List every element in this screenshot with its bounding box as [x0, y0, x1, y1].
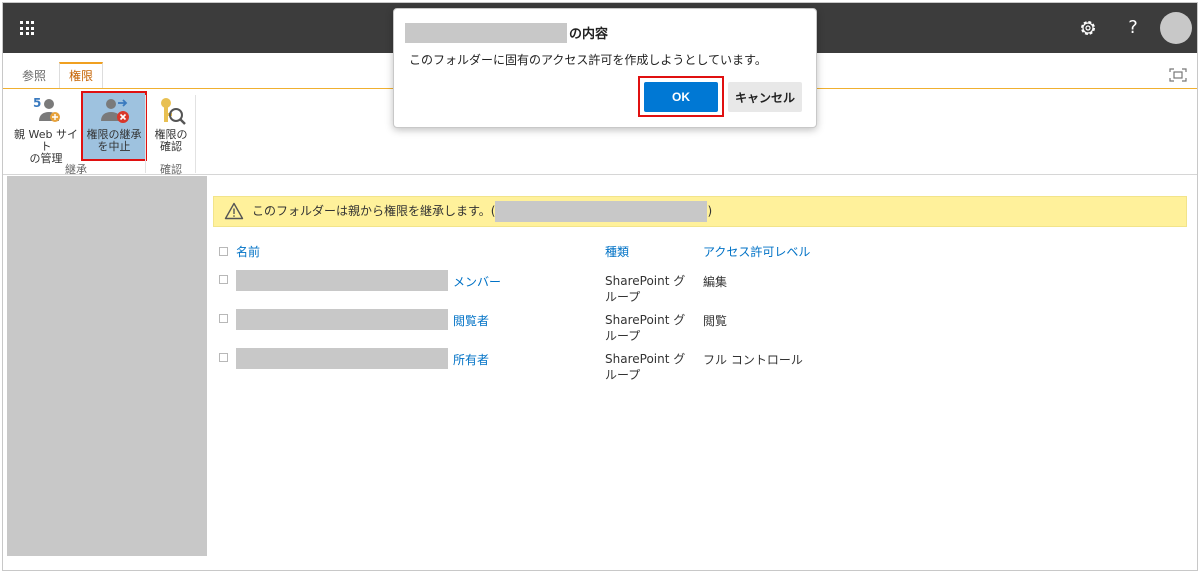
- manage-parent-icon: 5: [29, 95, 63, 127]
- column-header-type[interactable]: 種類: [605, 243, 629, 260]
- group-type: SharePoint グ ループ: [605, 351, 695, 383]
- column-header-level[interactable]: アクセス許可レベル: [703, 243, 810, 260]
- group-type-line: ループ: [605, 329, 641, 343]
- group-type-line: SharePoint グ: [605, 352, 686, 366]
- group-separator: [145, 95, 146, 173]
- dialog-title-text: の内容: [569, 27, 609, 42]
- cancel-button[interactable]: キャンセル: [728, 82, 802, 112]
- stop-inheriting-label-2: を中止: [97, 140, 131, 153]
- avatar[interactable]: [1160, 12, 1192, 44]
- group-name-redacted: [236, 348, 448, 369]
- tab-browse[interactable]: 参照: [13, 64, 55, 88]
- svg-text:5: 5: [33, 96, 41, 110]
- group-label-inherit: 継承: [65, 163, 87, 176]
- app-launcher-icon[interactable]: [3, 3, 51, 53]
- row-checkbox[interactable]: [219, 314, 228, 323]
- gear-icon[interactable]: [1076, 16, 1100, 40]
- select-all-checkbox[interactable]: [219, 247, 228, 256]
- permission-level: 編集: [703, 275, 728, 289]
- stop-inheriting-icon: [97, 95, 131, 127]
- help-icon[interactable]: ?: [1121, 16, 1145, 40]
- check-permissions-button[interactable]: 権限の 確認: [147, 93, 195, 159]
- group-link[interactable]: メンバー: [453, 273, 501, 290]
- status-text-suffix: ): [707, 204, 713, 218]
- manage-parent-label-1: 親 Web サイト: [14, 128, 78, 153]
- group-link[interactable]: 所有者: [453, 351, 489, 368]
- left-navigation: [7, 176, 207, 556]
- group-label-check: 確認: [160, 163, 182, 176]
- group-type-line: SharePoint グ: [605, 274, 686, 288]
- warning-icon: [224, 202, 244, 220]
- group-type: SharePoint グ ループ: [605, 273, 695, 305]
- app-window: ? 参照 権限 5 親 Web サイト の管理 権限の継承 を中止 権限の 確認…: [2, 2, 1198, 571]
- group-type-line: SharePoint グ: [605, 313, 686, 327]
- tab-permissions[interactable]: 権限: [59, 62, 104, 88]
- group-type-line: ループ: [605, 290, 641, 304]
- focus-mode-icon[interactable]: [1169, 67, 1187, 82]
- permission-level: 閲覧: [703, 314, 728, 328]
- site-name-redacted: [405, 23, 567, 43]
- stop-inheriting-button[interactable]: 権限の継承 を中止: [81, 91, 147, 161]
- manage-parent-button[interactable]: 5 親 Web サイト の管理: [9, 93, 83, 165]
- confirm-dialog: の内容 このフォルダーに固有のアクセス許可を作成しようとしています。 OK キャ…: [393, 8, 817, 128]
- group-type: SharePoint グ ループ: [605, 312, 695, 344]
- inheritance-status-bar: このフォルダーは親から権限を継承します。(): [213, 196, 1187, 227]
- column-header-name[interactable]: 名前: [236, 243, 260, 260]
- group-separator: [195, 95, 196, 173]
- row-checkbox[interactable]: [219, 275, 228, 284]
- group-link[interactable]: 閲覧者: [453, 312, 489, 329]
- group-name-redacted: [236, 270, 448, 291]
- group-name-redacted: [236, 309, 448, 330]
- row-checkbox[interactable]: [219, 353, 228, 362]
- dialog-title: の内容: [405, 23, 608, 43]
- permission-level: フル コントロール: [703, 353, 803, 367]
- dialog-message: このフォルダーに固有のアクセス許可を作成しようとしています。: [409, 53, 767, 67]
- status-text: このフォルダーは親から権限を継承します。(: [252, 204, 496, 218]
- table-row: メンバー SharePoint グ ループ 編集: [217, 270, 817, 310]
- ok-button[interactable]: OK: [644, 82, 718, 112]
- parent-link-redacted[interactable]: [495, 201, 708, 222]
- table-row: 閲覧者 SharePoint グ ループ 閲覧: [217, 309, 817, 349]
- check-permissions-icon: [154, 95, 188, 127]
- table-row: 所有者 SharePoint グ ループ フル コントロール: [217, 348, 817, 388]
- check-permissions-label-2: 確認: [160, 140, 182, 153]
- group-type-line: ループ: [605, 368, 641, 382]
